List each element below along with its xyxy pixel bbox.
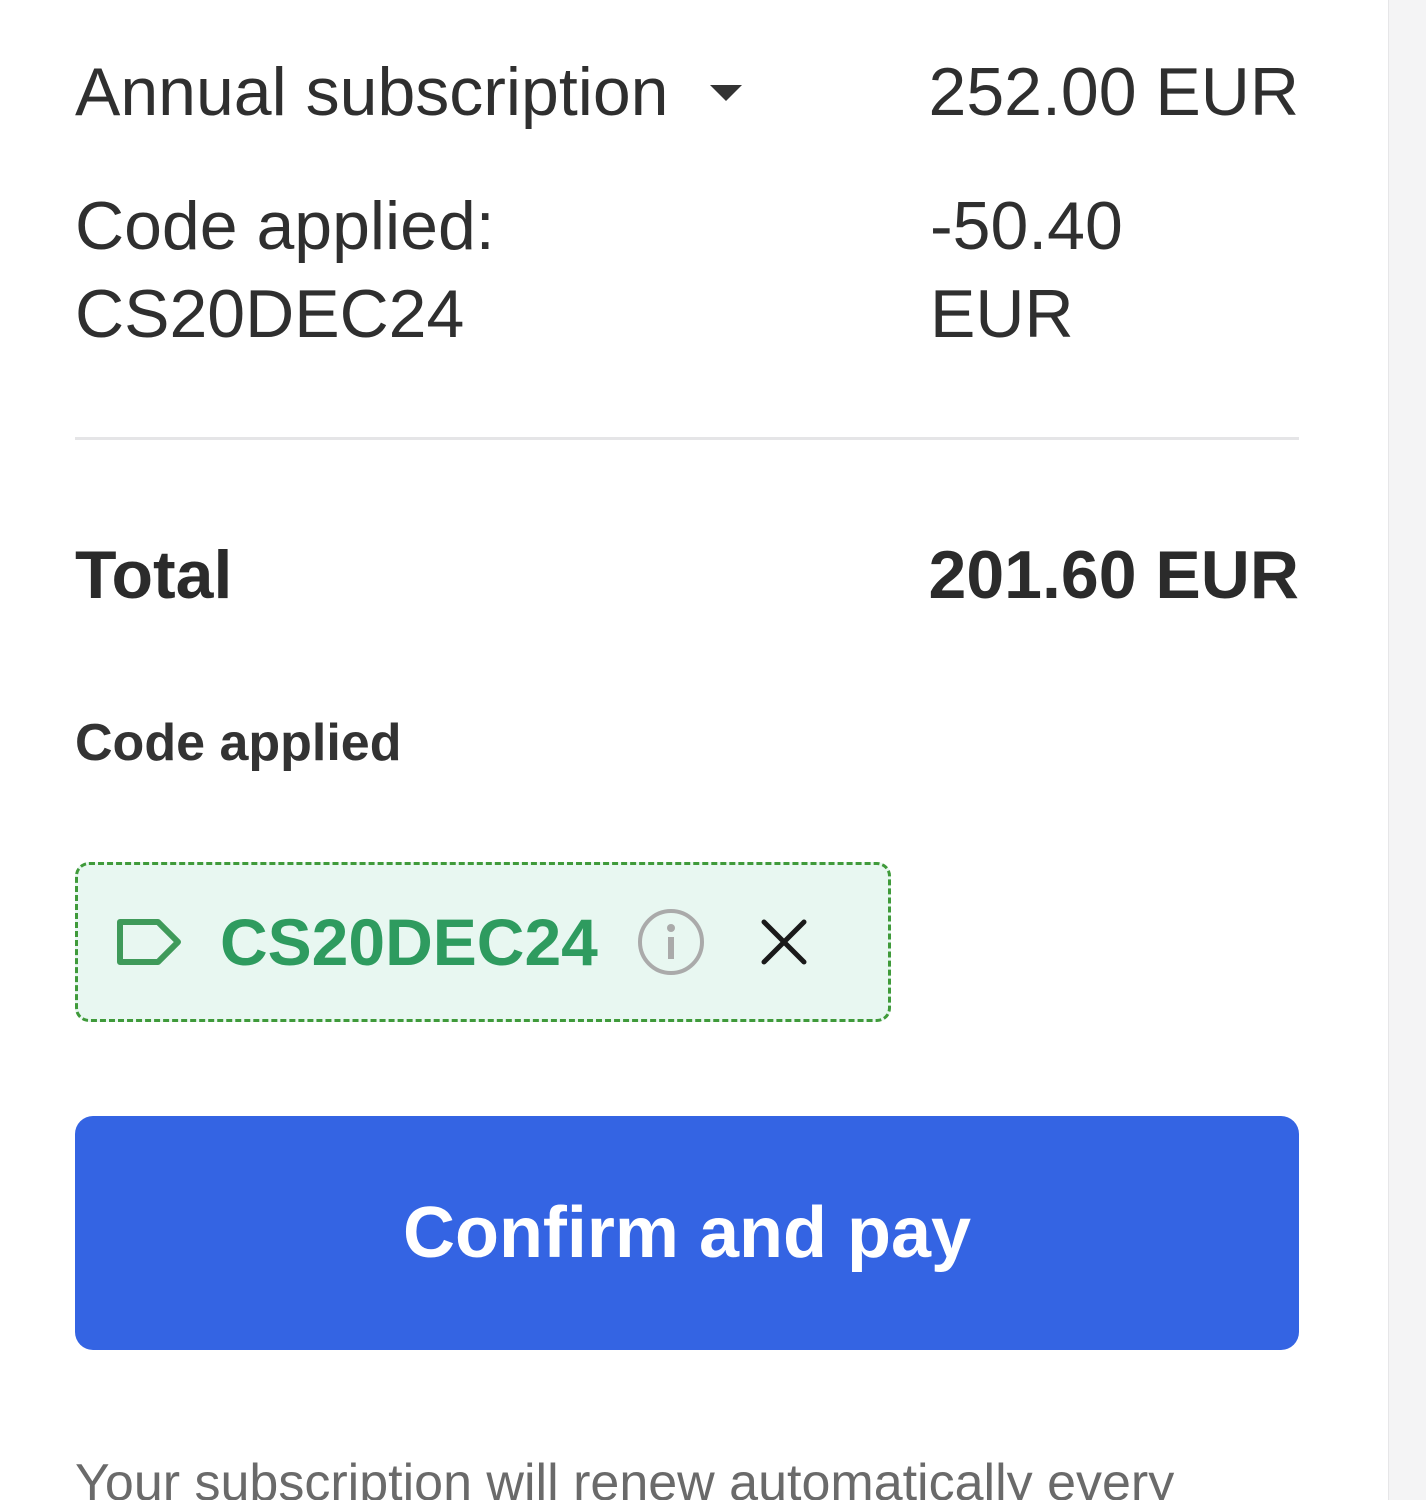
discount-amount-value: -50.40 [930,188,1123,264]
code-applied-heading: Code applied [75,714,402,772]
total-row: Total 201.60 EUR [75,535,1299,615]
discount-amount: -50.40 EUR [930,182,1230,358]
info-icon[interactable] [636,907,706,977]
discount-amount-currency: EUR [930,276,1074,352]
plan-label: Annual subscription [75,54,669,130]
applied-code-text: CS20DEC24 [220,905,598,979]
total-value: 201.60 EUR [928,537,1299,613]
close-icon [761,919,807,965]
plan-price: 252.00 EUR [928,54,1299,130]
caret-down-icon [710,85,743,101]
plan-selector[interactable]: Annual subscription [75,52,743,132]
discount-row: Code applied: CS20DEC24 -50.40 EUR [75,182,1299,357]
discount-code-text: CS20DEC24 [75,276,465,352]
confirm-and-pay-button[interactable]: Confirm and pay [75,1116,1299,1350]
checkout-page: Annual subscription 252.00 EUR Code appl… [0,0,1426,1500]
remove-code-button[interactable] [756,914,812,970]
summary-divider [75,437,1299,440]
discount-label-line1: Code applied: [75,188,495,264]
discount-label: Code applied: CS20DEC24 [75,182,635,358]
applied-code-chip: CS20DEC24 [75,862,891,1022]
total-label: Total [75,537,233,613]
scrollbar-track[interactable] [1388,0,1426,1500]
renewal-note: Your subscription will renew automatical… [75,1454,1175,1500]
plan-row: Annual subscription 252.00 EUR [75,52,1299,132]
tag-icon [114,916,186,968]
